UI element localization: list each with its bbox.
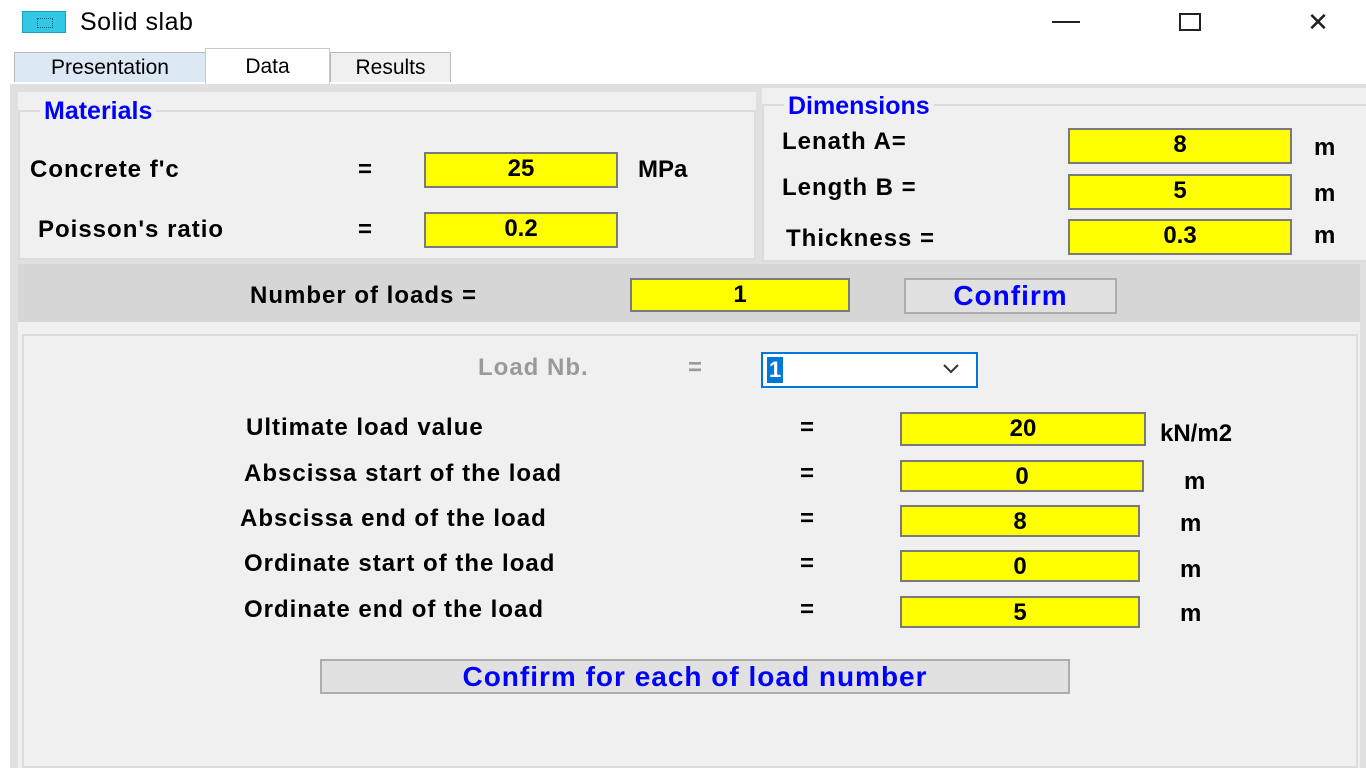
close-button[interactable]: ✕ bbox=[1288, 4, 1348, 40]
load-nb-select[interactable]: 1 bbox=[761, 352, 978, 388]
abscissa-end-unit: m bbox=[1180, 510, 1202, 537]
number-of-loads-label: Number of loads = bbox=[250, 282, 478, 309]
concrete-equals: = bbox=[358, 156, 373, 183]
abscissa-start-input[interactable]: 0 bbox=[900, 460, 1144, 492]
poisson-label: Poisson's ratio bbox=[38, 216, 225, 243]
ultimate-load-label: Ultimate load value bbox=[246, 414, 484, 441]
number-of-loads-input[interactable]: 1 bbox=[630, 278, 850, 312]
minimize-button[interactable] bbox=[1036, 4, 1096, 40]
materials-title: Materials bbox=[40, 97, 157, 126]
concrete-label: Concrete f'c bbox=[30, 156, 180, 183]
ordinate-start-unit: m bbox=[1180, 556, 1202, 583]
load-detail-border bbox=[22, 334, 1358, 768]
ordinate-end-label: Ordinate end of the load bbox=[244, 596, 545, 623]
confirm-each-load-button[interactable]: Confirm for each of load number bbox=[320, 659, 1070, 694]
maximize-button[interactable] bbox=[1160, 4, 1220, 40]
dimensions-title: Dimensions bbox=[784, 92, 934, 121]
poisson-equals: = bbox=[358, 216, 373, 243]
abscissa-end-equals: = bbox=[800, 505, 815, 532]
ordinate-start-equals: = bbox=[800, 550, 815, 577]
abscissa-start-label: Abscissa start of the load bbox=[244, 460, 563, 487]
ordinate-end-input[interactable]: 5 bbox=[900, 596, 1140, 628]
concrete-fc-input[interactable]: 25 bbox=[424, 152, 618, 188]
length-a-unit: m bbox=[1314, 134, 1336, 161]
ultimate-load-input[interactable]: 20 bbox=[900, 412, 1146, 446]
chevron-down-icon[interactable] bbox=[940, 357, 962, 385]
ordinate-start-input[interactable]: 0 bbox=[900, 550, 1140, 582]
load-nb-selected-value: 1 bbox=[767, 357, 784, 383]
abscissa-end-input[interactable]: 8 bbox=[900, 505, 1140, 537]
maximize-icon bbox=[1179, 13, 1201, 31]
load-nb-label: Load Nb. bbox=[478, 354, 589, 381]
abscissa-start-equals: = bbox=[800, 460, 815, 487]
confirm-button[interactable]: Confirm bbox=[904, 278, 1117, 314]
concrete-unit: MPa bbox=[638, 156, 688, 183]
minimize-icon bbox=[1052, 21, 1080, 23]
ultimate-load-unit: kN/m2 bbox=[1160, 420, 1233, 447]
app-icon bbox=[22, 11, 66, 33]
tab-data[interactable]: Data bbox=[205, 48, 330, 84]
length-b-input[interactable]: 5 bbox=[1068, 174, 1292, 210]
length-a-label: Lenath A= bbox=[782, 128, 907, 155]
close-icon: ✕ bbox=[1307, 6, 1329, 37]
load-nb-equals: = bbox=[688, 354, 704, 381]
thickness-unit: m bbox=[1314, 222, 1336, 249]
length-b-unit: m bbox=[1314, 180, 1336, 207]
tab-presentation[interactable]: Presentation bbox=[14, 52, 206, 82]
thickness-input[interactable]: 0.3 bbox=[1068, 219, 1292, 255]
poisson-ratio-input[interactable]: 0.2 bbox=[424, 212, 618, 248]
ordinate-start-label: Ordinate start of the load bbox=[244, 550, 556, 577]
ordinate-end-equals: = bbox=[800, 596, 815, 623]
length-a-input[interactable]: 8 bbox=[1068, 128, 1292, 164]
ultimate-load-equals: = bbox=[800, 414, 815, 441]
window-title: Solid slab bbox=[80, 8, 194, 36]
length-b-label: Length B = bbox=[782, 174, 917, 201]
tab-results[interactable]: Results bbox=[330, 52, 451, 82]
abscissa-start-unit: m bbox=[1184, 468, 1206, 495]
thickness-label: Thickness = bbox=[786, 225, 936, 252]
ordinate-end-unit: m bbox=[1180, 600, 1202, 627]
abscissa-end-label: Abscissa end of the load bbox=[240, 505, 547, 532]
